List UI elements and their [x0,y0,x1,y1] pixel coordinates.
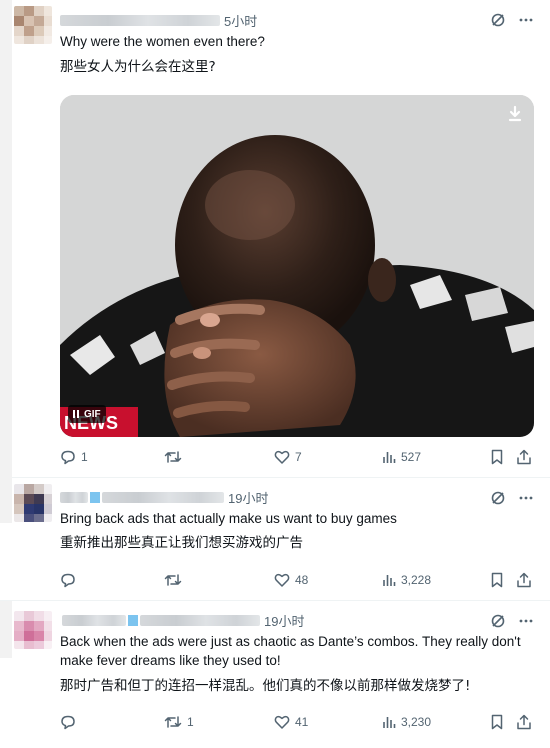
tweet-time[interactable]: 5小时 [224,11,257,30]
views-icon [383,717,396,728]
views-count: 527 [401,450,422,464]
repost-button[interactable] [164,571,187,589]
author-handle-redacted [102,491,224,503]
like-count: 7 [295,450,302,464]
tweet-actions: 1 41 3,230 [60,713,536,731]
tweet-actions: 1 7 527 [60,448,536,466]
bookmark-button[interactable] [490,448,504,466]
tweet[interactable]: 19小时 Back when the ads were just as chao… [0,601,550,748]
more-icon[interactable] [518,490,534,506]
author-name-redacted [60,491,88,503]
gif-badge[interactable]: GIF [68,405,106,423]
views-icon [383,575,396,586]
verified-badge-redacted [90,491,100,503]
left-rail [0,601,12,658]
pause-icon[interactable] [73,410,79,418]
grok-icon[interactable] [490,12,506,28]
like-count: 41 [295,715,309,729]
like-icon [274,450,290,464]
bookmark-icon [491,449,503,465]
bookmark-button[interactable] [490,713,504,731]
gif-frame [60,95,534,437]
verified-badge-redacted [128,614,138,626]
author-name-redacted [62,614,126,626]
author-row[interactable]: 19小时 [60,488,268,506]
tweet[interactable]: 5小时 Why were the women even there? 那些女人为… [0,0,550,478]
tweet-actions: 48 3,228 [60,571,536,589]
tweet-text-zh: 那些女人为什么会在这里? [60,59,216,75]
bookmark-icon [491,572,503,588]
more-icon[interactable] [518,613,534,629]
like-button[interactable]: 48 [274,571,308,589]
share-icon [517,572,531,588]
repost-button[interactable]: 1 [164,713,194,731]
share-icon [517,714,531,730]
tweet-media-gif[interactable]: NEWS GIF [60,95,534,437]
tweet-time[interactable]: 19小时 [228,488,268,507]
views-count: 3,230 [401,715,432,729]
like-icon [274,573,290,587]
tweet-text-en: Back when the ads were just as chaotic a… [60,634,521,668]
views-icon [383,452,396,463]
avatar[interactable] [14,484,52,522]
bookmark-button[interactable] [490,571,504,589]
share-icon [517,449,531,465]
author-row[interactable]: 19小时 [62,611,304,629]
views-count: 3,228 [401,573,432,587]
left-rail [0,0,12,478]
grok-icon[interactable] [490,490,506,506]
like-button[interactable]: 41 [274,713,308,731]
repost-icon [164,716,182,728]
reply-icon [61,715,75,730]
tweet[interactable]: 19小时 Bring back ads that actually make u… [0,478,550,601]
download-icon[interactable] [506,105,524,123]
author-handle-redacted [140,614,260,626]
reply-button[interactable]: 1 [60,448,88,466]
tweet-time[interactable]: 19小时 [264,611,304,630]
author-row[interactable]: 5小时 [60,11,257,29]
repost-icon [164,451,182,463]
avatar[interactable] [14,6,52,44]
reply-button[interactable] [60,571,81,589]
tweet-text-zh: 那时广告和但丁的连招一样混乱。他们真的不像以前那样做发烧梦了! [60,678,471,694]
more-icon[interactable] [518,12,534,28]
avatar[interactable] [14,611,52,649]
like-count: 48 [295,573,309,587]
reply-count: 1 [81,450,88,464]
left-rail [0,478,12,523]
tweet-text-en: Why were the women even there? [60,34,265,49]
share-button[interactable] [516,571,532,589]
share-button[interactable] [516,448,532,466]
author-name-redacted [60,14,220,26]
repost-button[interactable] [164,448,187,466]
like-icon [274,715,290,729]
tweet-text-en: Bring back ads that actually make us wan… [60,511,397,526]
reply-button[interactable] [60,713,81,731]
reply-icon [61,573,75,588]
repost-count: 1 [187,715,194,729]
gif-label: GIF [84,408,101,420]
views-button[interactable]: 3,230 [382,713,431,731]
reply-icon [61,450,75,465]
share-button[interactable] [516,713,532,731]
repost-icon [164,574,182,586]
views-button[interactable]: 527 [382,448,421,466]
like-button[interactable]: 7 [274,448,302,466]
tweet-text-zh: 重新推出那些真正让我们想买游戏的广告 [60,535,303,551]
bookmark-icon [491,714,503,730]
grok-icon[interactable] [490,613,506,629]
views-button[interactable]: 3,228 [382,571,431,589]
